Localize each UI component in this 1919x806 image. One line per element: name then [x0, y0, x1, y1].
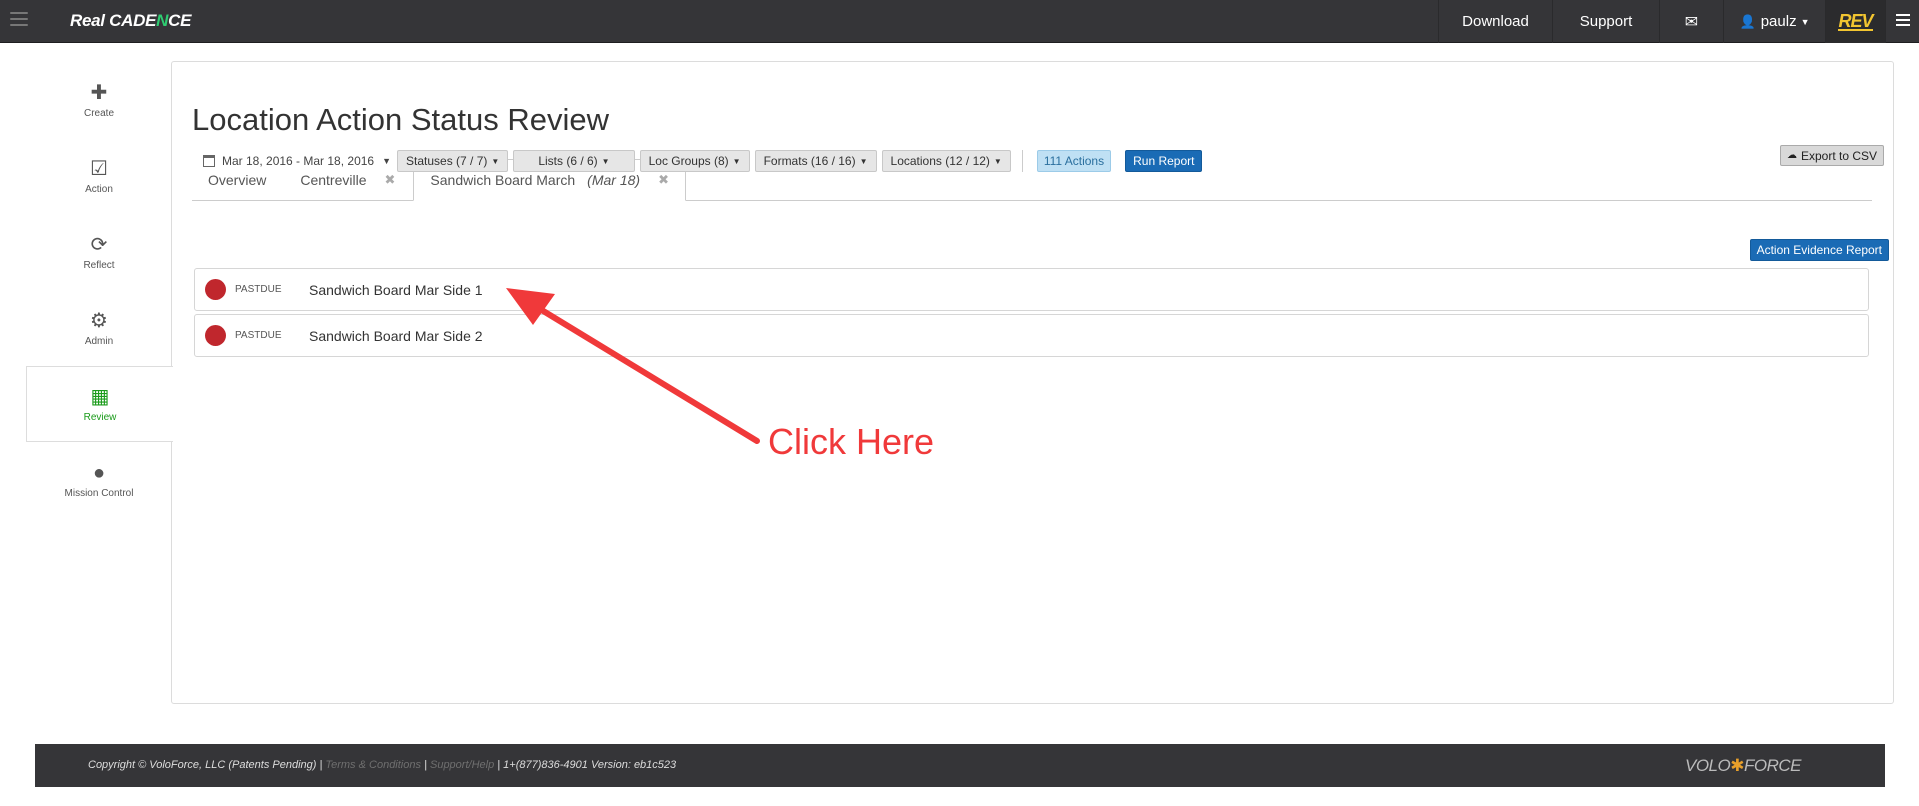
- user-name: paulz: [1760, 13, 1797, 30]
- voloforce-logo: VOLO✱FORCE: [1685, 756, 1802, 775]
- status-indicator-icon: [205, 325, 226, 346]
- formats-filter[interactable]: Formats (16 / 16) ▼: [754, 150, 877, 172]
- action-name[interactable]: Sandwich Board Mar Side 2: [309, 328, 483, 344]
- plus-icon: ✚: [90, 81, 108, 104]
- chevron-down-icon: ▼: [601, 156, 610, 166]
- close-icon[interactable]: ✖: [385, 172, 396, 188]
- terms-link[interactable]: Terms & Conditions: [325, 759, 421, 771]
- sidebar-item-label: Review: [83, 411, 117, 423]
- top-navbar: Real CADENCE Download Support ✉ 👤 paulz …: [0, 0, 1919, 43]
- user-menu[interactable]: 👤 paulz ▼: [1723, 0, 1825, 43]
- sidebar-item-label: Admin: [84, 335, 114, 347]
- divider: [1021, 150, 1023, 172]
- close-icon[interactable]: ✖: [658, 172, 669, 188]
- chevron-down-icon: ▼: [859, 156, 868, 166]
- brand-logo[interactable]: Real CADENCE: [70, 11, 191, 31]
- gears-icon: ⚙: [90, 309, 108, 332]
- support-help-link[interactable]: Support/Help: [430, 759, 494, 771]
- sidebar-item-action[interactable]: ☑ Action: [26, 138, 172, 214]
- star-icon: ✱: [1730, 756, 1744, 775]
- run-report-button[interactable]: Run Report: [1125, 150, 1203, 172]
- action-evidence-report-button[interactable]: Action Evidence Report: [1749, 239, 1889, 261]
- list-item[interactable]: PASTDUE Sandwich Board Mar Side 1: [194, 268, 1869, 311]
- statuses-filter[interactable]: Statuses (7 / 7) ▼: [397, 150, 509, 172]
- calendar-icon: [203, 155, 215, 167]
- sidebar-item-review[interactable]: ▦ Review: [26, 366, 173, 442]
- chevron-down-icon: ▼: [382, 156, 392, 166]
- sidebar-item-create[interactable]: ✚ Create: [26, 62, 172, 138]
- footer-text: Copyright © VoloForce, LLC (Patents Pend…: [88, 759, 677, 771]
- status-badge: PASTDUE: [235, 330, 282, 341]
- loc-groups-filter[interactable]: Loc Groups (8) ▼: [639, 150, 750, 172]
- sidebar-toggle-icon[interactable]: [10, 12, 28, 28]
- refresh-icon: ⟳: [90, 233, 108, 256]
- action-list: PASTDUE Sandwich Board Mar Side 1 PASTDU…: [194, 268, 1869, 360]
- sidebar: ✚ Create ☑ Action ⟳ Reflect ⚙ Admin ▦ Re…: [26, 62, 173, 518]
- list-item[interactable]: PASTDUE Sandwich Board Mar Side 2: [194, 314, 1869, 357]
- chevron-down-icon: ▼: [993, 156, 1002, 166]
- chevron-down-icon: ▼: [732, 156, 741, 166]
- rev-logo[interactable]: REV: [1825, 0, 1885, 43]
- status-badge: PASTDUE: [235, 284, 282, 295]
- status-indicator-icon: [205, 279, 226, 300]
- page-title: Location Action Status Review: [192, 102, 610, 137]
- sidebar-item-label: Action: [85, 183, 113, 195]
- download-link[interactable]: Download: [1438, 0, 1552, 43]
- footer: Copyright © VoloForce, LLC (Patents Pend…: [35, 744, 1885, 787]
- filter-bar: Mar 18, 2016 - Mar 18, 2016 ▼ Statuses (…: [203, 149, 1203, 173]
- date-range-value: Mar 18, 2016 - Mar 18, 2016: [222, 154, 375, 168]
- menu-icon[interactable]: [1885, 0, 1919, 43]
- sidebar-item-label: Create: [83, 107, 114, 119]
- sidebar-item-mission-control[interactable]: ● Mission Control: [26, 442, 172, 518]
- chevron-down-icon: ▼: [491, 156, 500, 166]
- bar-chart-icon: ▦: [90, 385, 110, 408]
- date-range-picker[interactable]: Mar 18, 2016 - Mar 18, 2016 ▼: [203, 154, 391, 168]
- checkbox-icon: ☑: [90, 157, 108, 180]
- sidebar-item-admin[interactable]: ⚙ Admin: [26, 290, 172, 366]
- actions-count-badge[interactable]: 111 Actions: [1036, 150, 1112, 172]
- support-link[interactable]: Support: [1552, 0, 1659, 43]
- lists-filter[interactable]: Lists (6 / 6) ▼: [513, 150, 635, 172]
- action-name[interactable]: Sandwich Board Mar Side 1: [309, 282, 483, 298]
- annotation-label: Click Here: [768, 421, 935, 462]
- locations-filter[interactable]: Locations (12 / 12) ▼: [881, 150, 1011, 172]
- mail-icon[interactable]: ✉: [1659, 0, 1723, 43]
- globe-icon: ●: [92, 461, 106, 484]
- chevron-down-icon: ▼: [1800, 16, 1810, 27]
- sidebar-item-label: Mission Control: [64, 487, 134, 499]
- user-icon: 👤: [1739, 13, 1756, 29]
- sidebar-item-label: Reflect: [83, 259, 115, 271]
- sidebar-item-reflect[interactable]: ⟳ Reflect: [26, 214, 172, 290]
